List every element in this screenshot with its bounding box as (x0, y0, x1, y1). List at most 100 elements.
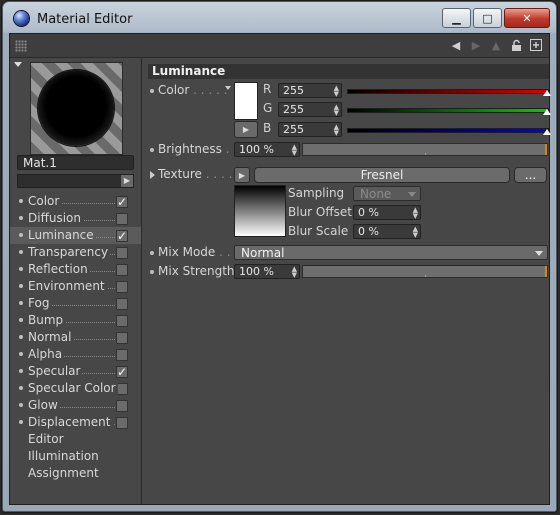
channel-checkbox[interactable] (116, 417, 128, 429)
channel-item[interactable]: Diffusion (10, 210, 141, 227)
g-slider-knob[interactable] (543, 109, 551, 115)
channel-checkbox[interactable] (116, 315, 128, 327)
b-slider-knob[interactable] (543, 129, 551, 135)
r-slider[interactable] (347, 89, 549, 94)
r-slider-knob[interactable] (543, 90, 551, 96)
channel-item[interactable]: Alpha (10, 346, 141, 363)
back-icon[interactable]: ◀ (449, 38, 463, 52)
r-value-field[interactable]: 255 ▲ ▼ (278, 83, 342, 98)
toolbar-icons: ◀ ▶ ▲ (449, 38, 543, 52)
channel-item[interactable]: Assignment (10, 465, 141, 482)
window-controls: ▁ □ ✕ (442, 8, 550, 28)
channel-label: Assignment (28, 466, 101, 480)
texture-preview[interactable] (234, 185, 286, 237)
texture-shader-button[interactable]: Fresnel (254, 167, 510, 183)
channel-label: Displacement (28, 415, 113, 429)
channel-item[interactable]: Glow (10, 397, 141, 414)
channel-checkbox[interactable] (116, 400, 128, 412)
material-preview[interactable] (30, 62, 123, 155)
mix-strength-field[interactable]: 100 % ▲ ▼ (234, 264, 300, 279)
b-slider[interactable] (347, 128, 549, 133)
app-sphere-icon (14, 11, 29, 26)
color-swatch[interactable] (234, 82, 258, 120)
channel-bullet-icon (19, 352, 23, 356)
channel-item[interactable]: Normal (10, 329, 141, 346)
g-label: G (263, 101, 273, 115)
mix-mode-label: Mix Mode . . (150, 245, 231, 259)
channel-checkbox[interactable]: ✓ (116, 366, 128, 378)
channel-list-pane: Mat.1 ▶ Color ✓ Diffusion Luminance ✓ Transpa… (10, 58, 142, 504)
channel-checkbox[interactable] (116, 264, 128, 276)
b-value-field[interactable]: 255 ▲ ▼ (278, 122, 342, 137)
mix-strength-slider[interactable] (302, 265, 548, 278)
channel-bullet-icon (19, 216, 23, 220)
channel-item[interactable]: Reflection (10, 261, 141, 278)
channel-checkbox[interactable] (116, 281, 128, 293)
brightness-field[interactable]: 100 % ▲ ▼ (234, 142, 300, 157)
texture-expand-button[interactable]: ▶ (234, 167, 250, 183)
mix-mode-dropdown[interactable]: Normal (234, 245, 548, 260)
brightness-label: Brightness . . (150, 142, 237, 156)
channel-label: Color (28, 194, 62, 208)
channel-label: Normal (28, 330, 74, 344)
material-name-field[interactable]: Mat.1 (17, 155, 134, 170)
g-slider[interactable] (347, 108, 549, 113)
new-window-icon[interactable] (529, 38, 543, 52)
g-value-field[interactable]: 255 ▲ ▼ (278, 102, 342, 117)
channel-checkbox[interactable] (116, 247, 128, 259)
channel-label: Specular Color (28, 381, 118, 395)
minimize-button[interactable]: ▁ (442, 8, 471, 28)
lock-icon[interactable] (509, 38, 523, 52)
brightness-slider[interactable] (302, 143, 548, 156)
preview-menu-icon[interactable] (14, 62, 22, 67)
color-menu-icon[interactable] (225, 86, 231, 90)
blur-offset-field[interactable]: 0 % ▲ ▼ (353, 205, 421, 220)
channel-label: Illumination (28, 449, 101, 463)
texture-more-button[interactable]: ... (514, 167, 547, 183)
channel-item[interactable]: Bump (10, 312, 141, 329)
slider-midpoint-tick (425, 153, 426, 155)
preview-scrollbar[interactable]: ▶ (17, 174, 134, 188)
mix-strength-label: Mix Strength (150, 264, 235, 278)
channel-item[interactable]: Editor (10, 431, 141, 448)
channel-checkbox[interactable]: ✓ (116, 230, 128, 242)
scroll-right-icon[interactable]: ▶ (121, 175, 133, 187)
channel-item[interactable]: Environment (10, 278, 141, 295)
channel-bullet-icon (19, 267, 23, 271)
maximize-button[interactable]: □ (473, 8, 502, 28)
channel-checkbox[interactable] (116, 349, 128, 361)
forward-icon[interactable]: ▶ (469, 38, 483, 52)
slider-midpoint-tick (425, 275, 426, 277)
close-button[interactable]: ✕ (504, 8, 550, 28)
channel-item[interactable]: Fog (10, 295, 141, 312)
color-expand-button[interactable]: ▶ (234, 121, 258, 138)
channel-checkbox[interactable] (116, 298, 128, 310)
channel-checkbox[interactable]: ✓ (116, 196, 128, 208)
channel-label: Environment (28, 279, 107, 293)
channel-item[interactable]: Color ✓ (10, 193, 141, 210)
b-label: B (263, 121, 272, 135)
channel-item[interactable]: Displacement (10, 414, 141, 431)
blur-scale-label: Blur Scale (288, 224, 349, 238)
channel-label: Specular (28, 364, 83, 378)
channel-item[interactable]: Illumination (10, 448, 141, 465)
channel-item[interactable]: Specular Color (10, 380, 141, 397)
channel-bullet-icon (19, 403, 23, 407)
channel-label: Reflection (28, 262, 90, 276)
channel-bullet-icon (19, 199, 23, 203)
slider-end-mark (545, 266, 547, 277)
channel-checkbox[interactable] (116, 332, 128, 344)
channel-bullet-icon (19, 335, 23, 339)
channel-bullet-icon (19, 284, 23, 288)
blur-offset-label: Blur Offset (288, 205, 352, 219)
grip-handle-icon[interactable] (15, 40, 27, 52)
channel-item[interactable]: Specular ✓ (10, 363, 141, 380)
up-icon[interactable]: ▲ (489, 38, 503, 52)
sampling-label: Sampling (288, 186, 345, 200)
channel-item[interactable]: Luminance ✓ (10, 227, 141, 244)
channel-checkbox[interactable] (116, 213, 128, 225)
blur-scale-field[interactable]: 0 % ▲ ▼ (353, 224, 421, 239)
channel-item[interactable]: Transparency (10, 244, 141, 261)
title-bar[interactable]: Material Editor ▁ □ ✕ (3, 2, 556, 34)
sampling-dropdown[interactable]: None (353, 186, 421, 201)
